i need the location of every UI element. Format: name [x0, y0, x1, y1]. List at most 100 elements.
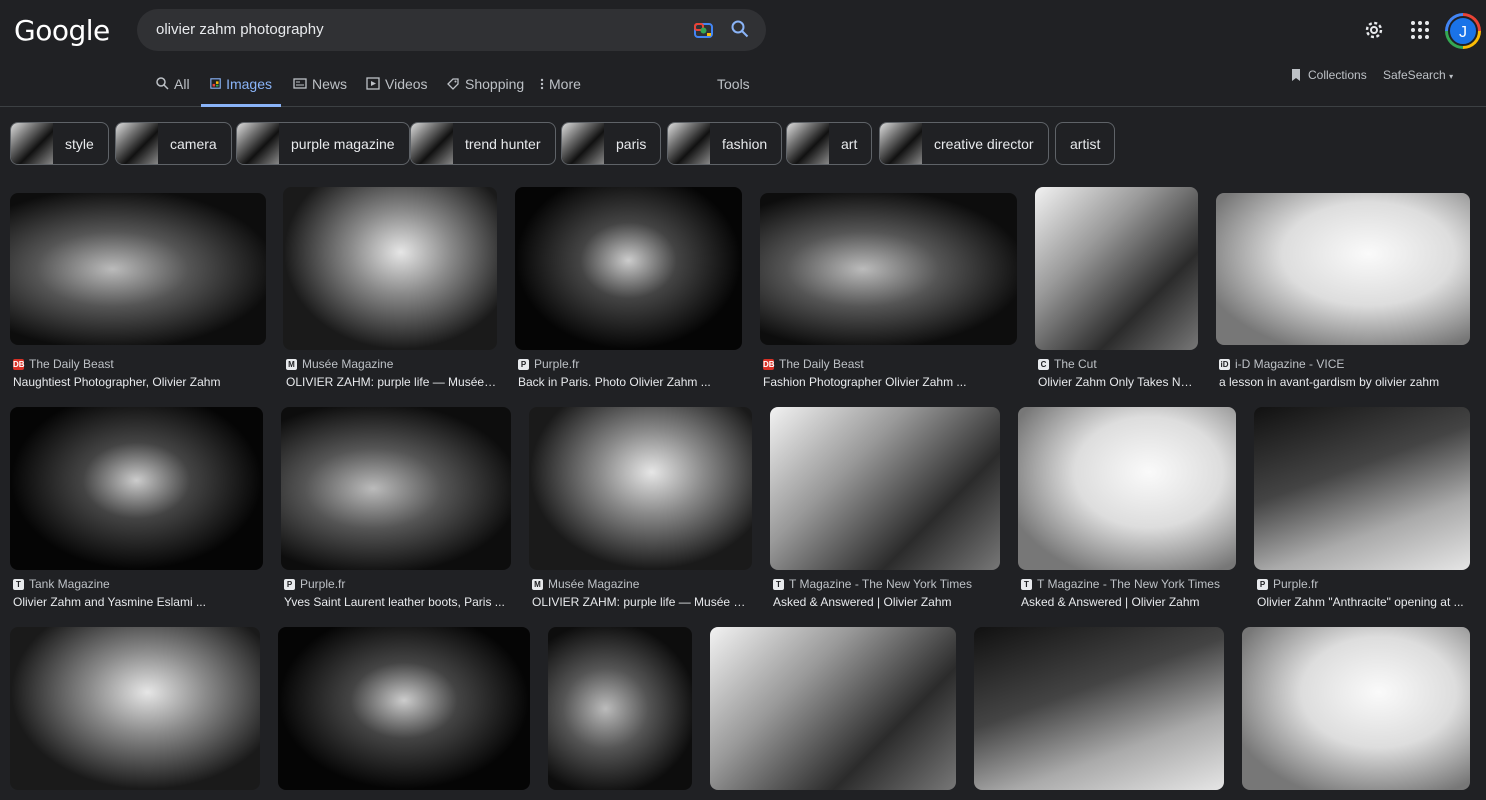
result-title[interactable]: Naughtiest Photographer, Olivier Zahm	[13, 375, 266, 389]
result-source[interactable]: DB The Daily Beast	[13, 357, 114, 371]
result-thumbnail[interactable]	[10, 407, 263, 570]
result-source[interactable]: TT Magazine - The New York Times	[773, 577, 972, 591]
favicon-icon: M	[532, 578, 543, 590]
search-input[interactable]: olivier zahm photography	[156, 21, 324, 38]
apps-grid-icon[interactable]	[1409, 19, 1431, 41]
result-title[interactable]: Fashion Photographer Olivier Zahm ...	[763, 375, 1017, 389]
chip-purple-magazine[interactable]: purple magazine	[236, 122, 410, 165]
result-title[interactable]: Asked & Answered | Olivier Zahm	[1021, 595, 1236, 609]
chip-style[interactable]: style	[10, 122, 109, 165]
google-logo[interactable]: Google	[14, 14, 110, 47]
result-title[interactable]: OLIVIER ZAHM: purple life — Musée Ma...	[286, 375, 497, 389]
tab-images[interactable]: Images	[201, 76, 281, 107]
chip-creative-director[interactable]: creative director	[879, 122, 1049, 165]
result-thumbnail[interactable]	[548, 627, 692, 790]
result-thumbnail[interactable]	[283, 187, 497, 350]
result-thumbnail[interactable]	[10, 193, 266, 345]
chip-artist[interactable]: artist	[1055, 122, 1116, 165]
favicon-icon: T	[773, 578, 784, 590]
result-title[interactable]: OLIVIER ZAHM: purple life — Musée Mag...	[532, 595, 752, 609]
result-source[interactable]: T Tank Magazine	[13, 577, 110, 591]
result-source[interactable]: M Musée Magazine	[532, 577, 639, 591]
chip-trend-hunter[interactable]: trend hunter	[410, 122, 556, 165]
tab-label: All	[174, 76, 190, 92]
result-thumbnail[interactable]	[770, 407, 1000, 570]
chip-thumbnail	[787, 123, 829, 164]
tag-icon	[447, 78, 459, 90]
search-icon	[156, 77, 169, 90]
result-thumbnail[interactable]	[281, 407, 511, 570]
result-title[interactable]: Olivier Zahm and Yasmine Eslami ...	[13, 595, 263, 609]
chevron-down-icon: ▾	[1449, 72, 1454, 81]
account-avatar[interactable]: J	[1445, 13, 1481, 49]
result-source[interactable]: P Purple.fr	[284, 577, 345, 591]
tab-shopping[interactable]: Shopping	[446, 76, 524, 107]
result-source[interactable]: M Musée Magazine	[286, 357, 393, 371]
tab-more[interactable]: More	[540, 76, 581, 107]
result-thumbnail[interactable]	[1254, 407, 1470, 570]
chip-thumbnail	[668, 123, 710, 164]
result-title[interactable]: Olivier Zahm Only Takes Nud...	[1038, 375, 1198, 389]
result-title[interactable]: Olivier Zahm "Anthracite" opening at ...	[1257, 595, 1470, 609]
video-icon	[366, 77, 380, 90]
result-title[interactable]: Back in Paris. Photo Olivier Zahm ...	[518, 375, 742, 389]
result-title[interactable]: a lesson in avant-gardism by olivier zah…	[1219, 375, 1470, 389]
result-thumbnail[interactable]	[278, 627, 530, 790]
chip-thumbnail	[562, 123, 604, 164]
result-title[interactable]: Asked & Answered | Olivier Zahm	[773, 595, 1000, 609]
tab-label: Videos	[385, 76, 428, 92]
settings-gear-icon[interactable]	[1363, 19, 1385, 41]
search-icon[interactable]	[731, 20, 749, 38]
result-thumbnail[interactable]	[10, 627, 260, 790]
chip-label: creative director	[934, 135, 1034, 152]
chip-thumbnail	[880, 123, 922, 164]
favicon-icon: iD	[1219, 358, 1230, 370]
result-thumbnail[interactable]	[1242, 627, 1470, 790]
tools-button[interactable]: Tools	[717, 76, 750, 92]
result-source[interactable]: TT Magazine - The New York Times	[1021, 577, 1220, 591]
tab-label: News	[312, 76, 348, 92]
tab-videos[interactable]: Videos	[366, 76, 428, 107]
search-box[interactable]: olivier zahm photography	[137, 9, 766, 51]
chip-label: trend hunter	[465, 135, 541, 152]
result-thumbnail[interactable]	[974, 627, 1224, 790]
avatar-letter: J	[1448, 16, 1478, 46]
collections-link[interactable]: Collections	[1290, 68, 1367, 82]
favicon-icon: C	[1038, 358, 1049, 370]
chip-art[interactable]: art	[786, 122, 873, 165]
tab-label: More	[549, 76, 581, 92]
favicon-icon: P	[1257, 578, 1268, 590]
tab-all[interactable]: All	[156, 76, 190, 107]
result-thumbnail[interactable]	[515, 187, 742, 350]
result-thumbnail[interactable]	[760, 193, 1017, 345]
result-thumbnail[interactable]	[529, 407, 752, 570]
favicon-icon: DB	[763, 358, 775, 370]
result-thumbnail[interactable]	[1035, 187, 1198, 350]
result-thumbnail[interactable]	[1216, 193, 1470, 345]
tab-label: Shopping	[465, 76, 525, 92]
safesearch-menu[interactable]: SafeSearch ▾	[1383, 68, 1453, 82]
favicon-icon: M	[286, 358, 297, 370]
chip-fashion[interactable]: fashion	[667, 122, 783, 165]
result-source[interactable]: P Purple.fr	[1257, 577, 1318, 591]
tab-label: Images	[226, 76, 272, 92]
result-title[interactable]: Yves Saint Laurent leather boots, Paris …	[284, 595, 511, 609]
chip-camera[interactable]: camera	[115, 122, 232, 165]
result-source[interactable]: P Purple.fr	[518, 357, 579, 371]
chip-paris[interactable]: paris	[561, 122, 662, 165]
chip-label: style	[65, 135, 94, 152]
chip-thumbnail	[116, 123, 158, 164]
camera-icon[interactable]	[694, 21, 713, 38]
result-thumbnail[interactable]	[1018, 407, 1236, 570]
chip-label: fashion	[722, 135, 768, 152]
chip-label: art	[841, 135, 858, 152]
favicon-icon: T	[1021, 578, 1032, 590]
chip-thumbnail	[411, 123, 453, 164]
safesearch-label: SafeSearch	[1383, 68, 1446, 82]
result-source[interactable]: iD i-D Magazine - VICE	[1219, 357, 1344, 371]
chip-thumbnail	[11, 123, 53, 164]
tab-news[interactable]: News	[293, 76, 347, 107]
result-source[interactable]: DB The Daily Beast	[763, 357, 864, 371]
result-thumbnail[interactable]	[710, 627, 956, 790]
result-source[interactable]: C The Cut	[1038, 357, 1097, 371]
